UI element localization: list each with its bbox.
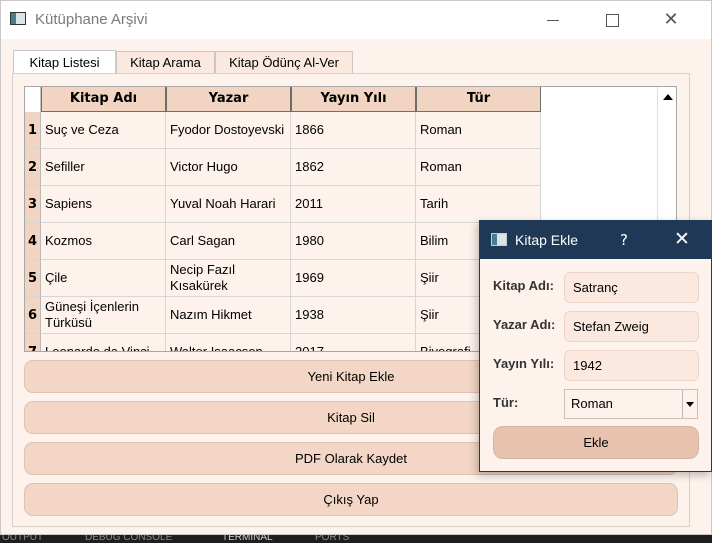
table-cell-yazar[interactable]: Fyodor Dostoyevski [166, 112, 291, 149]
minimize-button[interactable] [531, 5, 575, 35]
table-cell-yazar[interactable]: Yuval Noah Harari [166, 186, 291, 223]
table-cell-kitap-adi[interactable]: Çile [41, 260, 166, 297]
table-corner [25, 87, 41, 112]
tab-kitap-listesi[interactable]: Kitap Listesi [13, 50, 116, 73]
table-cell-yazar[interactable]: Carl Sagan [166, 223, 291, 260]
app-window-icon [10, 12, 26, 25]
title-bar[interactable]: Kütüphane Arşivi ✕ [1, 1, 711, 39]
table-cell-yayin-yili[interactable]: 1862 [291, 149, 416, 186]
tab-kitap-odunc[interactable]: Kitap Ödünç Al-Ver [215, 51, 353, 73]
table-cell-tur[interactable]: Tarih [416, 186, 541, 223]
column-header-yayin-yili[interactable]: Yayın Yılı [291, 87, 416, 112]
help-icon[interactable]: ? [620, 231, 628, 249]
add-book-dialog: Kitap Ekle ? ✕ Kitap Adı: Satranç Yazar … [479, 220, 712, 472]
tab-kitap-arama[interactable]: Kitap Arama [116, 51, 215, 73]
row-header[interactable]: 6 [25, 297, 41, 334]
column-header-kitap-adi[interactable]: Kitap Adı [41, 87, 166, 112]
table-cell-yayin-yili[interactable]: 2017 [291, 334, 416, 351]
dialog-window-icon [491, 233, 507, 246]
panel-tab-debug-console[interactable]: DEBUG CONSOLE [85, 535, 172, 543]
table-cell-kitap-adi[interactable]: Sapiens [41, 186, 166, 223]
table-cell-yayin-yili[interactable]: 1866 [291, 112, 416, 149]
table-cell-yayin-yili[interactable]: 2011 [291, 186, 416, 223]
window-title: Kütüphane Arşivi [35, 11, 148, 28]
submit-add-button[interactable]: Ekle [493, 426, 699, 459]
table-cell-yazar[interactable]: Walter Isaacson [166, 334, 291, 351]
year-label: Yayın Yılı: [493, 356, 555, 371]
dialog-title-bar[interactable]: Kitap Ekle ? ✕ [480, 221, 711, 259]
column-header-tur[interactable]: Tür [416, 87, 541, 112]
table-cell-kitap-adi[interactable]: Suç ve Ceza [41, 112, 166, 149]
genre-select[interactable]: Roman [564, 389, 698, 419]
book-title-input[interactable]: Satranç [564, 272, 699, 303]
table-cell-tur[interactable]: Roman [416, 149, 541, 186]
scroll-up-arrow-icon[interactable] [660, 89, 675, 104]
table-cell-yayin-yili[interactable]: 1938 [291, 297, 416, 334]
panel-tab-ports[interactable]: PORTS [315, 535, 349, 543]
year-input[interactable]: 1942 [564, 350, 699, 381]
column-header-yazar[interactable]: Yazar [166, 87, 291, 112]
panel-tab-output[interactable]: OUTPUT [2, 535, 43, 543]
table-cell-tur[interactable]: Roman [416, 112, 541, 149]
table-cell-yazar[interactable]: Necip Fazıl Kısakürek [166, 260, 291, 297]
book-title-label: Kitap Adı: [493, 278, 554, 293]
table-cell-kitap-adi[interactable]: Sefiller [41, 149, 166, 186]
genre-label: Tür: [493, 395, 519, 410]
row-header[interactable]: 2 [25, 149, 41, 186]
author-label: Yazar Adı: [493, 317, 556, 332]
table-cell-yayin-yili[interactable]: 1980 [291, 223, 416, 260]
author-input[interactable]: Stefan Zweig [564, 311, 699, 342]
row-header[interactable]: 4 [25, 223, 41, 260]
row-header[interactable]: 7 [25, 334, 41, 351]
panel-tab-terminal[interactable]: TERMINAL [222, 535, 273, 543]
genre-selected-value: Roman [571, 396, 613, 411]
maximize-button[interactable] [590, 5, 634, 35]
dialog-close-icon[interactable]: ✕ [674, 228, 690, 250]
row-header[interactable]: 5 [25, 260, 41, 297]
table-cell-kitap-adi[interactable]: Leonardo da Vinci [41, 334, 166, 351]
maximize-icon [605, 13, 619, 27]
row-header[interactable]: 3 [25, 186, 41, 223]
close-icon: ✕ [663, 9, 679, 30]
exit-button[interactable]: Çıkış Yap [24, 483, 678, 516]
chevron-down-icon[interactable] [682, 390, 697, 418]
minimize-icon [547, 19, 559, 21]
table-cell-kitap-adi[interactable]: Güneşi İçenlerin Türküsü [41, 297, 166, 334]
close-button[interactable]: ✕ [649, 5, 693, 35]
dialog-title: Kitap Ekle [515, 232, 579, 248]
vscode-panel-tabs: OUTPUT DEBUG CONSOLE TERMINAL PORTS [0, 535, 712, 543]
row-header[interactable]: 1 [25, 112, 41, 149]
table-cell-yayin-yili[interactable]: 1969 [291, 260, 416, 297]
table-cell-kitap-adi[interactable]: Kozmos [41, 223, 166, 260]
table-cell-yazar[interactable]: Victor Hugo [166, 149, 291, 186]
table-cell-yazar[interactable]: Nazım Hikmet [166, 297, 291, 334]
